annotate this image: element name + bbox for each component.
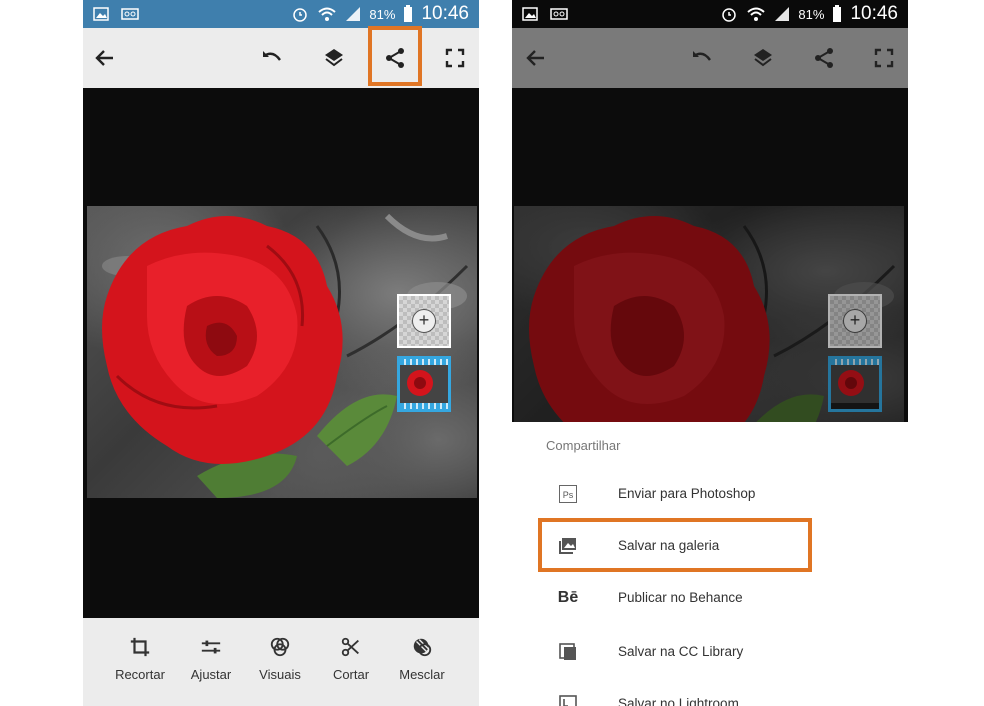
lightroom-icon bbox=[556, 692, 580, 706]
tools-bar: Recortar Ajustar Visuais Cortar Mesclar bbox=[83, 618, 479, 706]
rose-photo[interactable] bbox=[87, 206, 477, 498]
share-item-lightroom[interactable]: Salvar no Lightroom bbox=[512, 680, 908, 706]
layers-icon bbox=[749, 44, 777, 72]
tool-label: Visuais bbox=[259, 667, 301, 682]
status-bar: 81% 10:46 bbox=[512, 0, 908, 28]
tool-recortar[interactable]: Recortar bbox=[105, 636, 175, 684]
status-bar: 81% 10:46 bbox=[83, 0, 479, 28]
looks-icon bbox=[270, 637, 290, 657]
signal-icon bbox=[346, 7, 361, 21]
tool-ajustar[interactable]: Ajustar bbox=[176, 636, 246, 684]
tool-label: Ajustar bbox=[190, 667, 232, 682]
thumb-strip-bottom bbox=[400, 403, 448, 409]
share-screen: 81% 10:46 + Compartilhar Ps Enviar para … bbox=[512, 0, 908, 706]
battery-percent: 81% bbox=[798, 6, 825, 22]
battery-percent: 81% bbox=[369, 6, 396, 22]
scissors-icon bbox=[341, 637, 359, 657]
wifi-icon bbox=[747, 7, 766, 21]
behance-icon: Bē bbox=[557, 589, 579, 606]
tool-visuais[interactable]: Visuais bbox=[245, 636, 315, 684]
image-notification-icon bbox=[522, 7, 538, 21]
layer-thumbnail bbox=[828, 356, 882, 412]
wifi-icon bbox=[318, 7, 337, 21]
undo-icon[interactable] bbox=[258, 44, 286, 72]
crop-icon bbox=[130, 637, 150, 657]
tool-mesclar[interactable]: Mesclar bbox=[387, 636, 457, 684]
share-highlight-box bbox=[368, 26, 422, 86]
clock-time: 10:46 bbox=[421, 3, 469, 24]
share-item-behance[interactable]: Bē Publicar no Behance bbox=[512, 574, 908, 626]
battery-icon bbox=[404, 5, 413, 22]
tool-label: Cortar bbox=[332, 667, 370, 682]
rose-illustration bbox=[102, 213, 469, 498]
share-item-label: Salvar na CC Library bbox=[618, 644, 744, 659]
share-item-photoshop[interactable]: Ps Enviar para Photoshop bbox=[512, 470, 908, 522]
add-layer-button: + bbox=[828, 294, 882, 348]
editor-screen: 81% 10:46 + Recortar Ajustar Visuais Cor… bbox=[83, 0, 479, 706]
undo-icon bbox=[688, 44, 716, 72]
share-icon bbox=[810, 44, 838, 72]
tool-label: Recortar bbox=[115, 667, 165, 682]
fullscreen-icon[interactable] bbox=[441, 44, 469, 72]
thumb-rose-image bbox=[400, 365, 448, 403]
layers-icon[interactable] bbox=[320, 44, 348, 72]
editor-toolbar-dimmed bbox=[512, 28, 908, 88]
clock-time: 10:46 bbox=[850, 3, 898, 24]
sliders-icon bbox=[201, 640, 221, 654]
fullscreen-icon bbox=[870, 44, 898, 72]
voicemail-icon bbox=[121, 8, 139, 20]
image-notification-icon bbox=[93, 7, 109, 21]
voicemail-icon bbox=[550, 8, 568, 20]
alarm-icon bbox=[293, 8, 308, 22]
share-item-cc-library[interactable]: Salvar na CC Library bbox=[512, 628, 908, 680]
tool-label: Mesclar bbox=[399, 667, 445, 682]
back-arrow-icon[interactable] bbox=[91, 44, 119, 72]
library-icon bbox=[556, 640, 580, 664]
plus-icon: + bbox=[843, 309, 867, 333]
layer-thumbnail[interactable] bbox=[397, 356, 451, 412]
share-item-label: Enviar para Photoshop bbox=[618, 486, 756, 501]
tool-cortar[interactable]: Cortar bbox=[316, 636, 386, 684]
add-layer-button[interactable]: + bbox=[397, 294, 451, 348]
signal-icon bbox=[775, 7, 790, 21]
share-sheet: Compartilhar Ps Enviar para Photoshop Sa… bbox=[512, 422, 908, 706]
share-sheet-title: Compartilhar bbox=[546, 438, 621, 453]
share-item-label: Publicar no Behance bbox=[618, 590, 743, 605]
battery-icon bbox=[833, 5, 842, 22]
photoshop-icon: Ps bbox=[556, 482, 580, 506]
blend-icon bbox=[413, 638, 432, 657]
thumb-rose-image bbox=[831, 365, 879, 403]
plus-icon: + bbox=[412, 309, 436, 333]
share-item-label: Salvar no Lightroom bbox=[618, 696, 739, 706]
alarm-icon bbox=[722, 8, 737, 22]
back-arrow-icon bbox=[522, 44, 550, 72]
gallery-highlight-box bbox=[538, 518, 812, 572]
